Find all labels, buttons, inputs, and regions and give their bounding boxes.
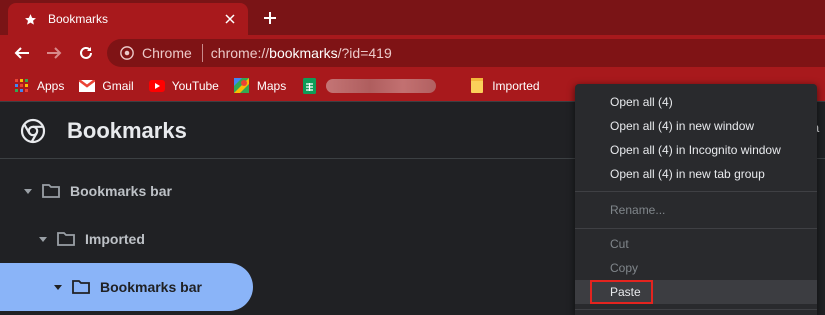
forward-icon[interactable]: [41, 40, 67, 66]
url-host: bookmarks: [269, 45, 338, 61]
youtube-icon: [148, 78, 165, 94]
menu-item-copy[interactable]: Copy: [575, 256, 817, 280]
chrome-site-icon: [119, 45, 135, 61]
tab-title: Bookmarks: [48, 12, 109, 26]
bookmark-label: Apps: [37, 78, 65, 93]
site-chip: Chrome: [142, 45, 192, 61]
star-icon: [22, 11, 38, 27]
bookmark-apps[interactable]: Apps: [0, 74, 71, 98]
bookmark-blurred[interactable]: [293, 74, 443, 98]
paste-highlight-box: [590, 280, 653, 304]
menu-item-open-all-tab-group[interactable]: Open all (4) in new tab group: [575, 162, 817, 186]
google-sheets-icon: [301, 77, 317, 94]
menu-separator: [575, 309, 817, 310]
url-scheme: chrome://: [210, 45, 270, 61]
tree-node-label: Bookmarks bar: [70, 183, 172, 199]
bookmark-folder-imported[interactable]: Imported: [461, 74, 546, 98]
tree-node-imported[interactable]: Imported: [37, 215, 267, 263]
expand-arrow-icon[interactable]: [52, 281, 64, 293]
menu-item-rename[interactable]: Rename...: [575, 198, 817, 222]
toolbar: Chrome chrome://bookmarks/?id=419: [0, 35, 825, 70]
menu-item-label: Open all (4) in new tab group: [610, 167, 765, 181]
menu-separator: [575, 228, 817, 229]
reload-icon[interactable]: [73, 40, 99, 66]
menu-item-label: Copy: [610, 261, 639, 275]
menu-item-cut[interactable]: Cut: [575, 232, 817, 256]
folder-icon: [469, 78, 485, 94]
bookmark-label: Imported: [492, 78, 540, 93]
blurred-bookmark-label: [326, 78, 437, 93]
bookmark-label: YouTube: [171, 78, 219, 93]
expand-arrow-icon[interactable]: [22, 185, 34, 197]
bookmark-label: Maps: [256, 78, 287, 93]
tab-strip: Bookmarks: [0, 0, 825, 35]
tree-node-bookmarks-bar[interactable]: Bookmarks bar: [22, 167, 272, 215]
folder-icon: [57, 231, 77, 247]
menu-item-open-all-incognito[interactable]: Open all (4) in Incognito window: [575, 138, 817, 162]
url-path: /?id=419: [337, 45, 392, 61]
menu-item-label: Cut: [610, 237, 629, 251]
close-tab-icon[interactable]: [218, 7, 242, 31]
gmail-icon: [79, 78, 96, 94]
page-title: Bookmarks: [67, 118, 187, 143]
apps-grid-icon: [14, 78, 30, 94]
tree-node-label: Bookmarks bar: [100, 279, 202, 295]
menu-item-open-all-new-window[interactable]: Open all (4) in new window: [575, 114, 817, 138]
bookmark-label: Gmail: [102, 78, 134, 93]
tab-bookmarks[interactable]: Bookmarks: [8, 3, 248, 35]
menu-item-label: Open all (4) in new window: [610, 119, 755, 133]
menu-item-label: Rename...: [610, 203, 666, 217]
address-bar[interactable]: Chrome chrome://bookmarks/?id=419: [107, 39, 825, 67]
menu-item-label: Open all (4): [610, 95, 673, 109]
back-icon[interactable]: [9, 40, 35, 66]
menu-separator: [575, 191, 817, 192]
menu-item-label: Open all (4) in Incognito window: [610, 143, 781, 157]
omnibox-separator: [201, 44, 203, 62]
maps-icon: [234, 78, 250, 94]
expand-arrow-icon[interactable]: [37, 233, 49, 245]
folder-icon: [42, 183, 62, 199]
chrome-logo-icon: [20, 118, 46, 144]
menu-item-open-all[interactable]: Open all (4): [575, 90, 817, 114]
bookmark-maps[interactable]: Maps: [226, 74, 293, 98]
bookmark-gmail[interactable]: Gmail: [71, 74, 140, 98]
folder-icon: [72, 279, 92, 295]
new-tab-icon[interactable]: [258, 6, 282, 30]
tree-node-label: Imported: [85, 231, 145, 247]
bookmark-youtube[interactable]: YouTube: [141, 74, 226, 98]
tree-node-bookmarks-bar-selected[interactable]: Bookmarks bar: [0, 263, 253, 311]
